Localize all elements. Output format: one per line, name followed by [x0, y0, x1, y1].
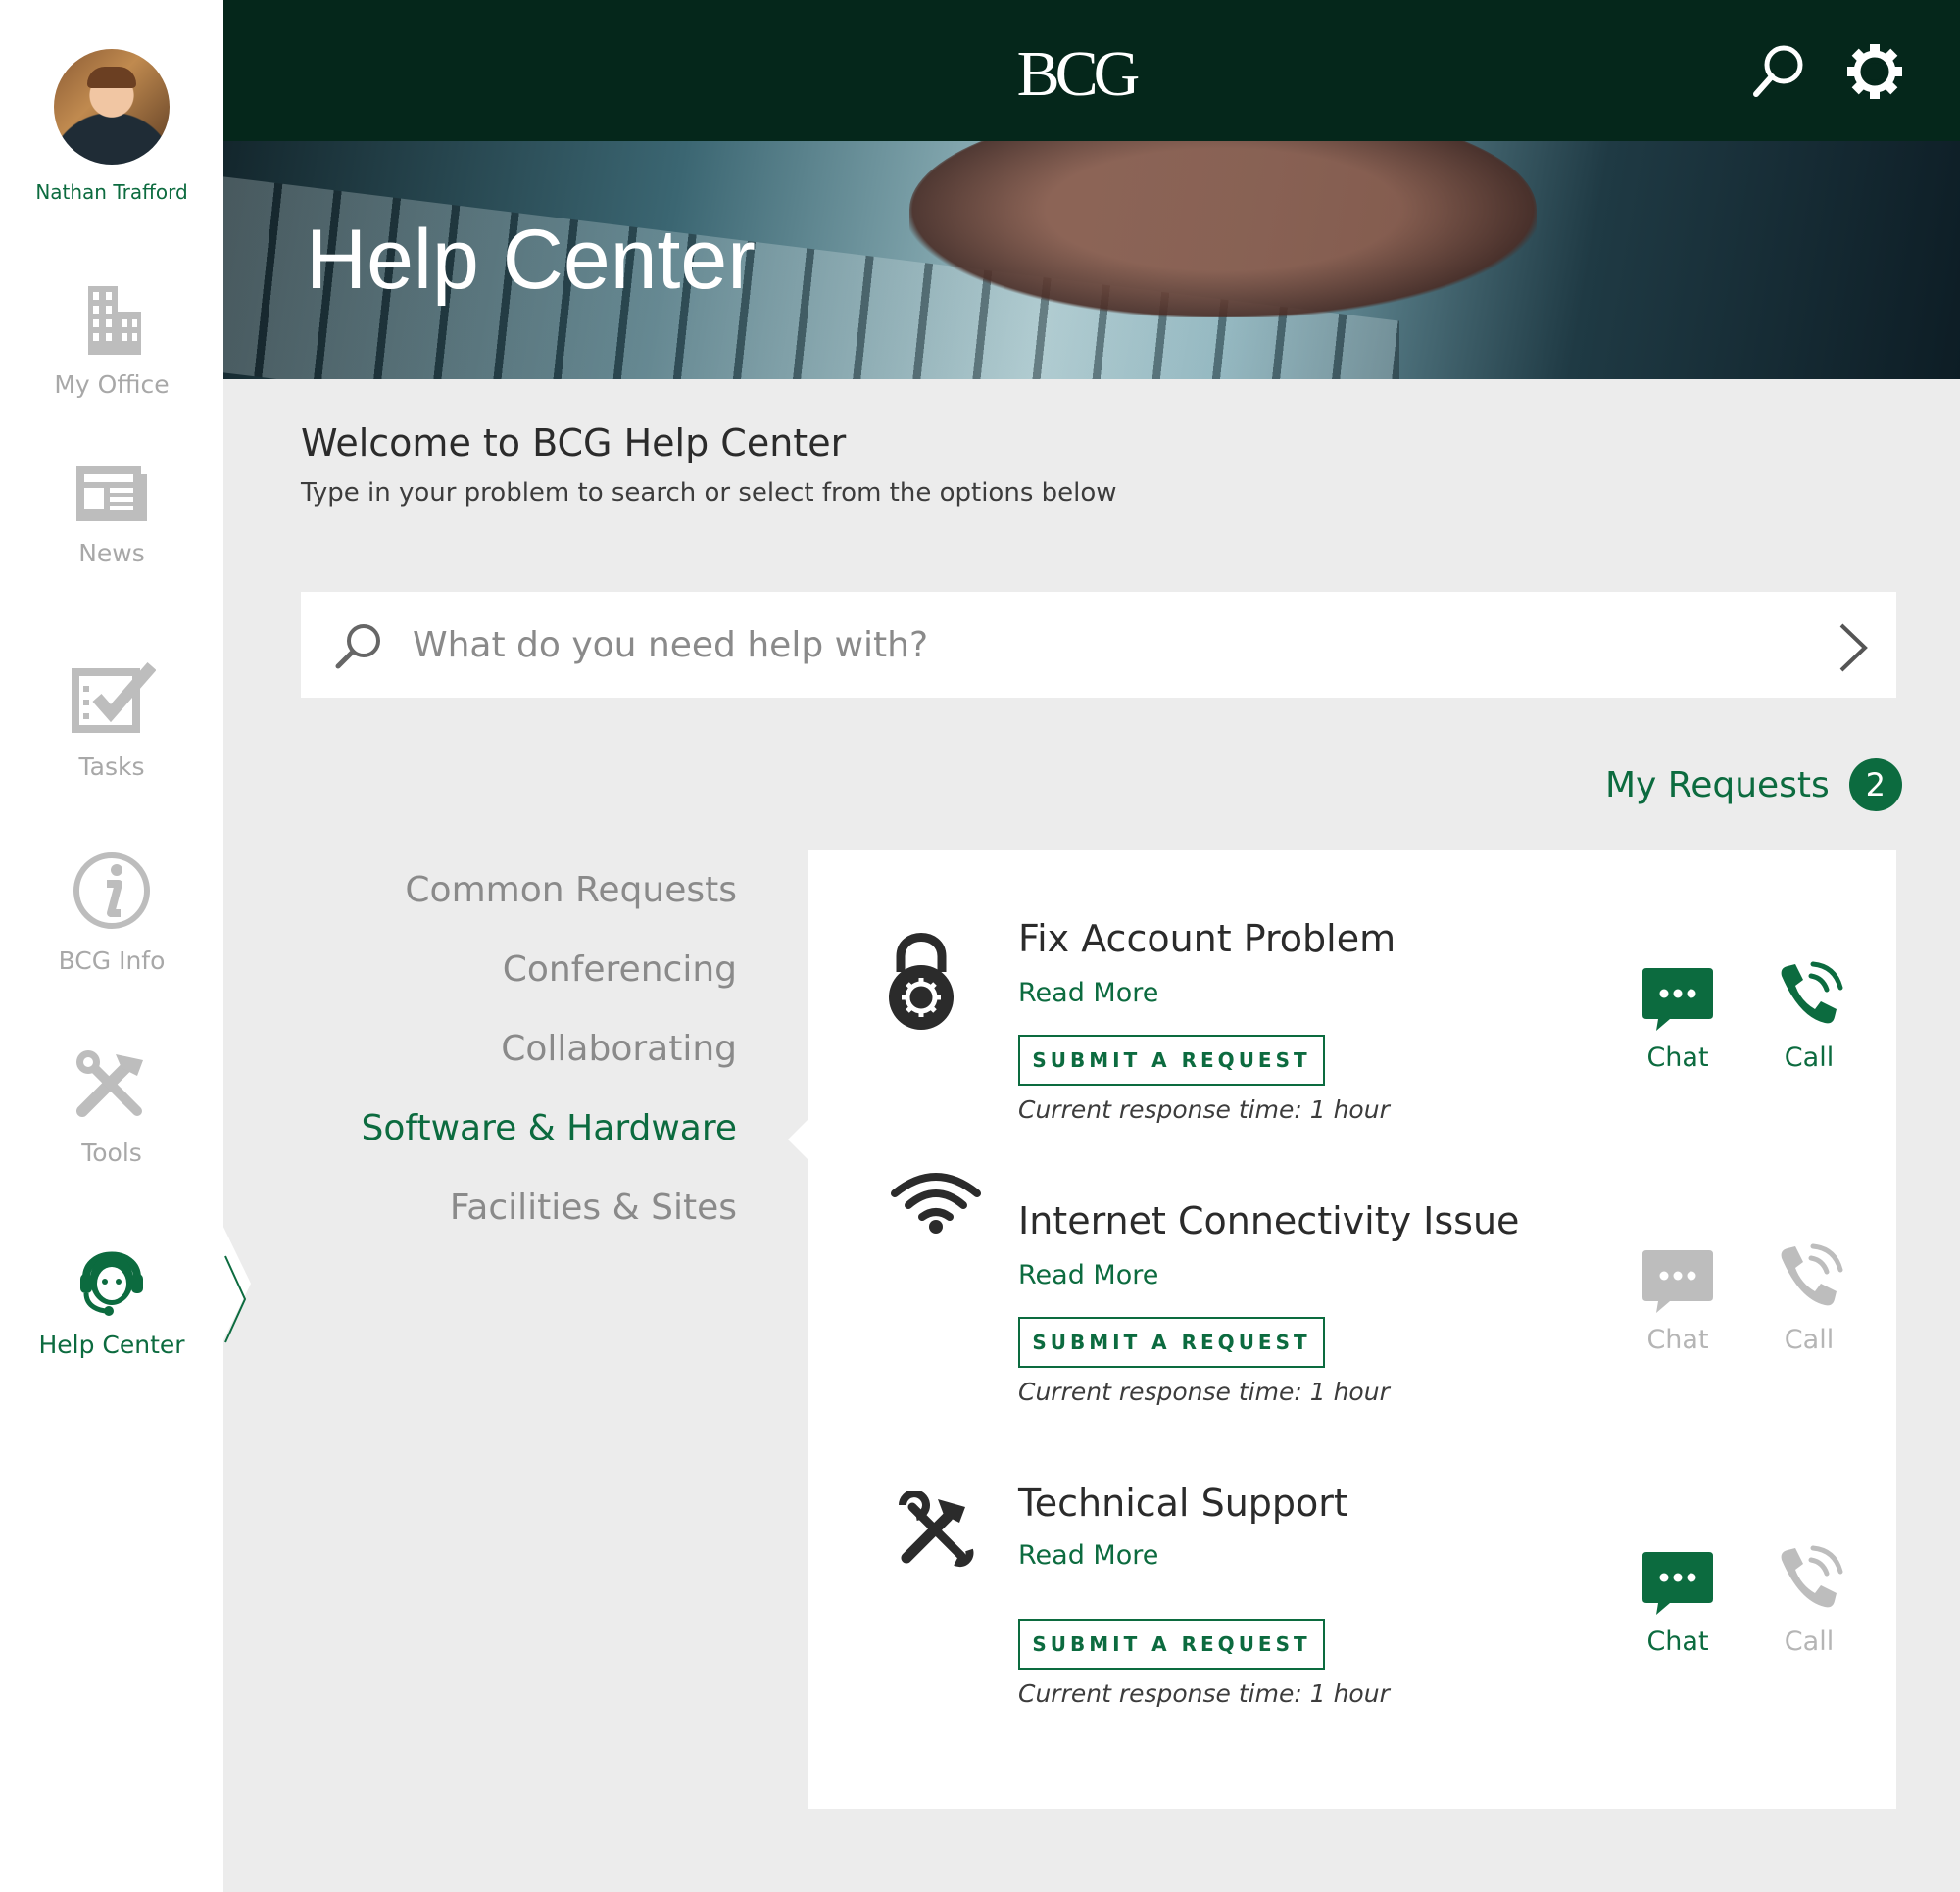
- chat-button[interactable]: Chat: [1624, 1550, 1732, 1657]
- category-facilities-sites[interactable]: Facilities & Sites: [284, 1188, 737, 1267]
- read-more-link[interactable]: Read More: [1018, 1260, 1158, 1290]
- sidebar-item-tasks[interactable]: Tasks: [0, 662, 223, 781]
- submit-request-button[interactable]: SUBMIT A REQUEST: [1018, 1317, 1325, 1368]
- search-icon[interactable]: [1750, 43, 1807, 100]
- newspaper-icon: [76, 466, 147, 521]
- avatar[interactable]: [54, 49, 170, 165]
- request-title: Internet Connectivity Issue: [1018, 1199, 1520, 1242]
- top-bar: BCG: [223, 0, 1960, 141]
- bcg-logo: BCG: [1016, 38, 1141, 110]
- chat-label: Chat: [1646, 1325, 1709, 1355]
- active-pointer-chevron: [221, 1223, 251, 1344]
- response-time: Current response time: 1 hour: [1018, 1378, 1390, 1406]
- panel-pointer: [788, 1118, 809, 1161]
- request-title: Fix Account Problem: [1018, 917, 1396, 960]
- support-agent-icon: [80, 1251, 143, 1316]
- category-software-hardware[interactable]: Software & Hardware: [284, 1108, 737, 1188]
- requests-panel: Fix Account Problem Read More SUBMIT A R…: [808, 850, 1896, 1809]
- chat-button[interactable]: Chat: [1624, 966, 1732, 1073]
- my-requests-link[interactable]: My Requests 2: [1605, 758, 1902, 811]
- sidebar-item-news[interactable]: News: [0, 462, 223, 567]
- sidebar-item-bcg-info[interactable]: BCG Info: [0, 850, 223, 975]
- tools-icon: [899, 1491, 974, 1568]
- response-time: Current response time: 1 hour: [1018, 1095, 1390, 1124]
- tools-icon: [76, 1050, 143, 1117]
- phone-icon: [1781, 961, 1843, 1024]
- gear-icon[interactable]: [1846, 43, 1903, 100]
- submit-request-button[interactable]: SUBMIT A REQUEST: [1018, 1619, 1325, 1670]
- category-list: Common Requests Conferencing Collaborati…: [284, 870, 737, 1267]
- call-button[interactable]: Call: [1755, 1544, 1863, 1657]
- info-icon: [74, 852, 150, 929]
- chat-bubble-icon: [1642, 1552, 1713, 1615]
- sidebar-item-tools[interactable]: Tools: [0, 1046, 223, 1167]
- category-conferencing[interactable]: Conferencing: [284, 949, 737, 1029]
- read-more-link[interactable]: Read More: [1018, 978, 1158, 1008]
- sidebar-item-label: BCG Info: [58, 946, 166, 975]
- request-title: Technical Support: [1018, 1481, 1348, 1525]
- category-collaborating[interactable]: Collaborating: [284, 1029, 737, 1108]
- wifi-icon: [891, 1173, 981, 1234]
- hand-photo: [909, 141, 1537, 317]
- my-requests-count-badge: 2: [1848, 758, 1902, 811]
- user-name: Nathan Trafford: [35, 180, 188, 204]
- checklist-icon: [72, 662, 156, 733]
- sidebar: Nathan Trafford My Office News Tasks BCG…: [0, 0, 251, 1892]
- response-time: Current response time: 1 hour: [1018, 1679, 1390, 1708]
- chat-bubble-icon: [1642, 968, 1713, 1031]
- sidebar-item-help-center[interactable]: Help Center: [0, 1238, 223, 1359]
- help-search-input[interactable]: [413, 615, 1736, 674]
- chevron-right-icon[interactable]: [1836, 621, 1871, 674]
- welcome-title: Welcome to BCG Help Center: [301, 421, 847, 464]
- sidebar-item-label: Help Center: [38, 1331, 185, 1359]
- call-button[interactable]: Call: [1755, 1242, 1863, 1355]
- sidebar-item-label: News: [78, 539, 145, 567]
- call-button[interactable]: Call: [1755, 960, 1863, 1073]
- padlock-gear-icon: [889, 933, 954, 1030]
- call-label: Call: [1784, 1043, 1835, 1073]
- sidebar-item-label: Tools: [81, 1139, 142, 1167]
- welcome-subtitle: Type in your problem to search or select…: [301, 478, 1117, 508]
- sidebar-item-my-office[interactable]: My Office: [0, 282, 223, 399]
- sidebar-item-label: My Office: [54, 370, 170, 399]
- hero-banner: Help Center: [223, 141, 1960, 379]
- my-requests-label: My Requests: [1605, 764, 1830, 805]
- sidebar-item-label: Tasks: [78, 752, 145, 781]
- chat-bubble-icon: [1642, 1250, 1713, 1313]
- chat-label: Chat: [1646, 1626, 1709, 1657]
- help-search-bar: [301, 592, 1896, 698]
- phone-icon: [1781, 1243, 1843, 1306]
- call-label: Call: [1784, 1325, 1835, 1355]
- submit-request-button[interactable]: SUBMIT A REQUEST: [1018, 1035, 1325, 1086]
- phone-icon: [1781, 1545, 1843, 1608]
- call-label: Call: [1784, 1626, 1835, 1657]
- category-common-requests[interactable]: Common Requests: [284, 870, 737, 949]
- chat-button[interactable]: Chat: [1624, 1248, 1732, 1355]
- search-icon: [335, 624, 380, 669]
- read-more-link[interactable]: Read More: [1018, 1540, 1158, 1571]
- chat-label: Chat: [1646, 1043, 1709, 1073]
- hero-title: Help Center: [306, 213, 756, 307]
- building-icon: [88, 286, 141, 355]
